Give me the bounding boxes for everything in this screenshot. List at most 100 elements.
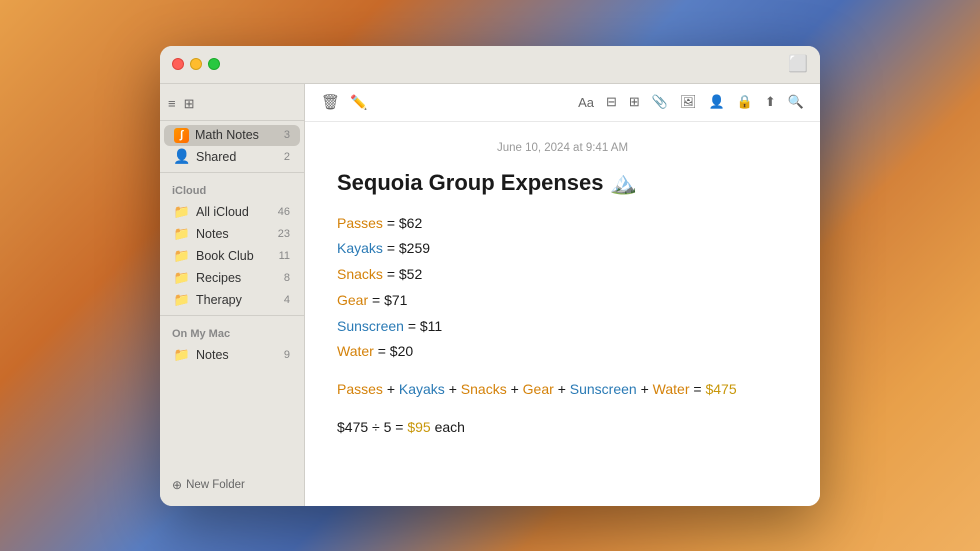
grid-view-icon[interactable]: ⊞ [184, 96, 195, 112]
sidebar-divider-2 [160, 315, 304, 316]
new-folder-label: New Folder [186, 479, 245, 491]
passes-label: Passes [337, 215, 383, 231]
book-club-label: Book Club [196, 249, 273, 263]
water-equals: = $20 [378, 343, 413, 359]
sidebar-divider-1 [160, 172, 304, 173]
list-view-icon[interactable]: ≡ [168, 96, 176, 111]
math-notes-icon: ∫ [174, 128, 189, 143]
content-toolbar: 🗑 ✏️ Aa ⊟ ⊞ 📎 🖼 👤 🔒 ⬆ 🔍 [305, 84, 820, 122]
titlebar-icons: ⬜ [788, 54, 808, 74]
expense-water: Water = $20 [337, 340, 788, 364]
per-person-value: $95 [407, 419, 430, 435]
attachment-icon[interactable]: 📎 [652, 94, 668, 110]
formula-kayaks: Kayaks [399, 381, 445, 397]
titlebar: ⬜ [160, 46, 820, 84]
formula-plus-2: + [449, 381, 461, 397]
gear-label: Gear [337, 292, 368, 308]
kayaks-equals: = $259 [387, 240, 430, 256]
formula-line: Passes + Kayaks + Snacks + Gear + Sunscr… [337, 378, 788, 402]
note-title-emoji: 🏔️ [610, 170, 637, 196]
notes-mac-folder-icon: 📁 [174, 347, 190, 363]
snacks-equals: = $52 [387, 266, 422, 282]
table-icon[interactable]: ⊞ [629, 94, 640, 110]
sidebar-toggle-icon[interactable]: ⬜ [788, 54, 808, 74]
sidebar-item-shared[interactable]: 👤 Shared 2 [164, 146, 300, 168]
formula-snacks: Snacks [461, 381, 507, 397]
new-folder-button[interactable]: ⊕ New Folder [160, 472, 304, 498]
per-person-suffix: each [435, 419, 465, 435]
expense-sunscreen: Sunscreen = $11 [337, 315, 788, 339]
minimize-button[interactable] [190, 58, 202, 70]
formula-equals: = [693, 381, 705, 397]
traffic-lights [172, 58, 220, 70]
font-icon[interactable]: Aa [578, 95, 594, 110]
formula-gear: Gear [523, 381, 554, 397]
sidebar-item-therapy[interactable]: 📁 Therapy 4 [164, 289, 300, 311]
passes-equals: = $62 [387, 215, 422, 231]
image-icon[interactable]: 🖼 [680, 94, 697, 110]
notes-mac-label: Notes [196, 348, 278, 362]
division-line: $475 ÷ 5 = $95 each [337, 416, 788, 440]
sidebar-item-recipes[interactable]: 📁 Recipes 8 [164, 267, 300, 289]
all-icloud-folder-icon: 📁 [174, 204, 190, 220]
recipes-folder-icon: 📁 [174, 270, 190, 286]
water-label: Water [337, 343, 374, 359]
sidebar-toolbar: ≡ ⊞ [160, 92, 304, 121]
recipes-label: Recipes [196, 271, 278, 285]
formula-water: Water [653, 381, 690, 397]
division-text: $475 ÷ 5 = [337, 419, 407, 435]
kayaks-label: Kayaks [337, 240, 383, 256]
formula-total: $475 [705, 381, 736, 397]
snacks-label: Snacks [337, 266, 383, 282]
content-area: 🗑 ✏️ Aa ⊟ ⊞ 📎 🖼 👤 🔒 ⬆ 🔍 June 10, 2024 a [305, 84, 820, 506]
main-content: ≡ ⊞ ∫ Math Notes 3 👤 Shared 2 iCloud 📁 A… [160, 84, 820, 506]
app-window: ⬜ ≡ ⊞ ∫ Math Notes 3 👤 Shared 2 [160, 46, 820, 506]
therapy-count: 4 [284, 294, 290, 306]
note-timestamp: June 10, 2024 at 9:41 AM [337, 142, 788, 154]
sidebar-item-all-icloud[interactable]: 📁 All iCloud 46 [164, 201, 300, 223]
sunscreen-equals: = $11 [408, 318, 442, 334]
all-icloud-count: 46 [278, 206, 290, 218]
all-icloud-label: All iCloud [196, 205, 272, 219]
note-body: Passes = $62 Kayaks = $259 Snacks = $52 … [337, 212, 788, 440]
sunscreen-label: Sunscreen [337, 318, 404, 334]
expense-snacks: Snacks = $52 [337, 263, 788, 287]
sidebar-item-notes-icloud[interactable]: 📁 Notes 23 [164, 223, 300, 245]
note-title-text: Sequoia Group Expenses [337, 170, 604, 196]
sidebar-item-shared-label: Shared [196, 150, 278, 164]
expense-passes: Passes = $62 [337, 212, 788, 236]
notes-icloud-label: Notes [196, 227, 272, 241]
formula-plus-4: + [558, 381, 570, 397]
book-club-folder-icon: 📁 [174, 248, 190, 264]
notes-icloud-folder-icon: 📁 [174, 226, 190, 242]
formula-passes: Passes [337, 381, 383, 397]
collaborate-icon[interactable]: 👤 [709, 94, 725, 110]
formula-plus-1: + [387, 381, 399, 397]
checklist-icon[interactable]: ⊟ [606, 94, 617, 110]
notes-mac-count: 9 [284, 349, 290, 361]
math-notes-count: 3 [284, 129, 290, 141]
notes-icloud-count: 23 [278, 228, 290, 240]
therapy-folder-icon: 📁 [174, 292, 190, 308]
search-icon[interactable]: 🔍 [788, 94, 804, 110]
sidebar-item-book-club[interactable]: 📁 Book Club 11 [164, 245, 300, 267]
maximize-button[interactable] [208, 58, 220, 70]
shared-count: 2 [284, 151, 290, 163]
expense-kayaks: Kayaks = $259 [337, 237, 788, 261]
gear-equals: = $71 [372, 292, 407, 308]
formula-plus-5: + [641, 381, 653, 397]
expense-gear: Gear = $71 [337, 289, 788, 313]
note-title: Sequoia Group Expenses 🏔️ [337, 170, 788, 196]
compose-icon[interactable]: ✏️ [350, 94, 367, 111]
book-club-count: 11 [279, 250, 290, 262]
sidebar-item-notes-mac[interactable]: 📁 Notes 9 [164, 344, 300, 366]
share-icon[interactable]: ⬆ [765, 94, 776, 110]
mac-section-header: On My Mac [160, 320, 304, 344]
close-button[interactable] [172, 58, 184, 70]
therapy-label: Therapy [196, 293, 278, 307]
note-area[interactable]: June 10, 2024 at 9:41 AM Sequoia Group E… [305, 122, 820, 506]
lock-icon[interactable]: 🔒 [737, 94, 753, 110]
sidebar-item-math-notes[interactable]: ∫ Math Notes 3 [164, 125, 300, 146]
trash-icon[interactable]: 🗑 [321, 93, 340, 111]
toolbar-right: Aa ⊟ ⊞ 📎 🖼 👤 🔒 ⬆ 🔍 [578, 94, 804, 110]
